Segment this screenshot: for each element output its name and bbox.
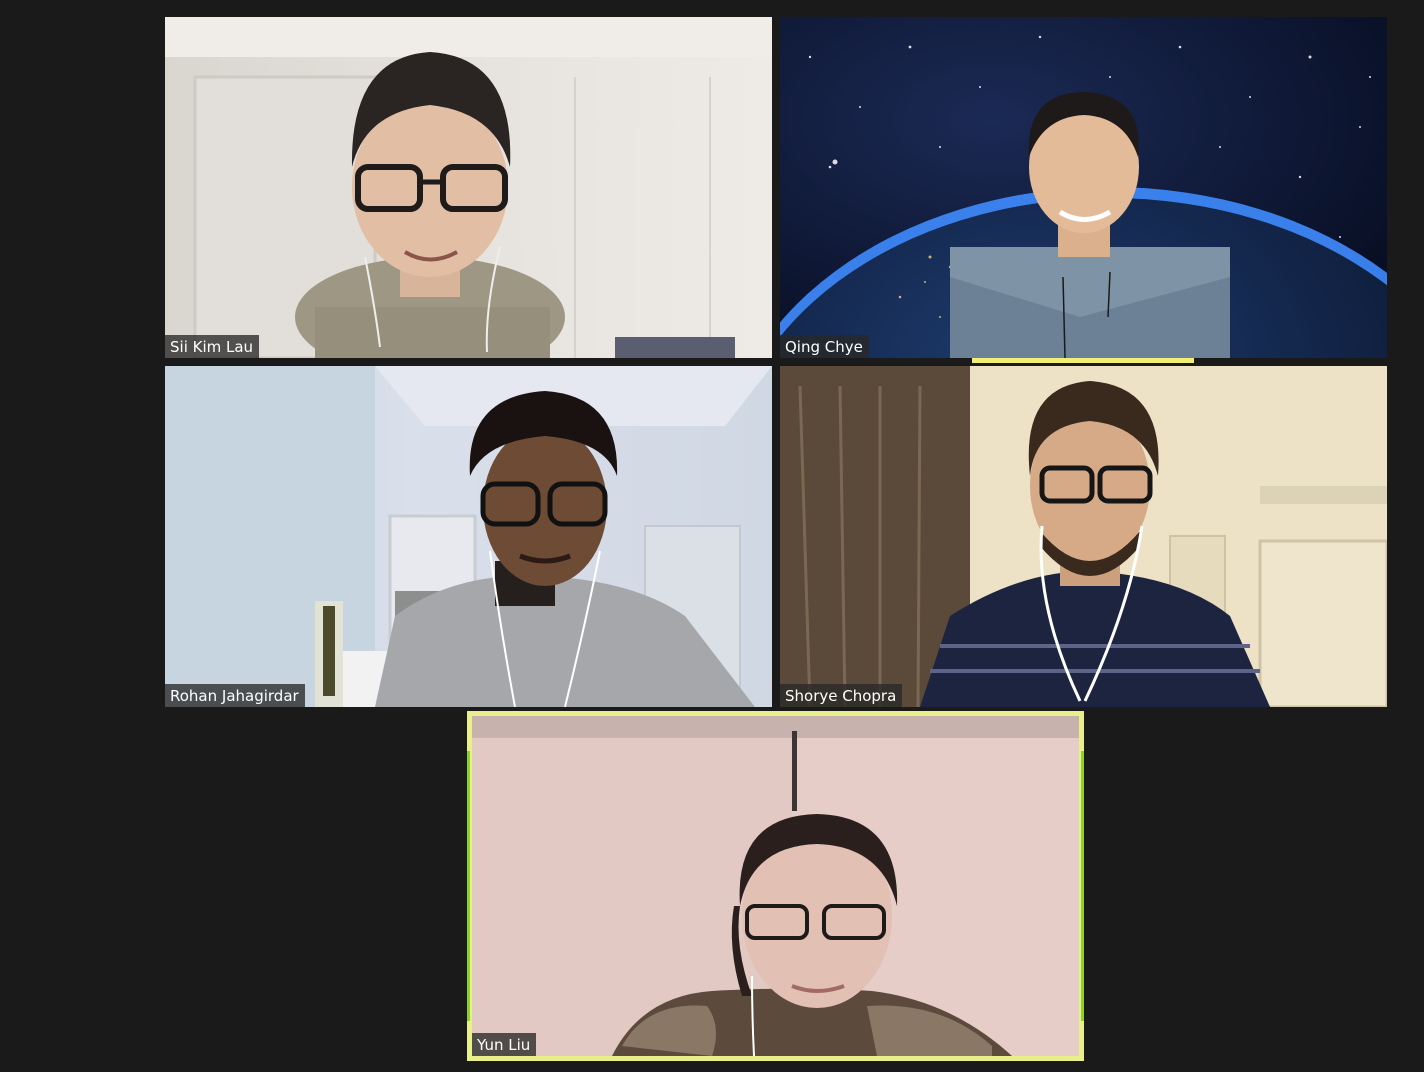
video-tile-shorye-chopra[interactable]: Shorye Chopra	[780, 366, 1387, 707]
participant-name-label: Yun Liu	[472, 1033, 537, 1056]
video-tile-rohan-jahagirdar[interactable]: Rohan Jahagirdar	[165, 366, 772, 707]
participant-name-label: Rohan Jahagirdar	[165, 684, 305, 707]
active-speaker-highlight	[1081, 751, 1084, 1021]
participant-name-label: Sii Kim Lau	[165, 335, 260, 358]
video-gallery: Sii Kim Lau Qing Chye Rohan Jahagirdar S…	[0, 0, 1424, 1072]
video-feed	[165, 366, 772, 707]
video-tile-yun-liu-active-speaker[interactable]: Yun Liu	[467, 711, 1084, 1061]
participant-name-label: Shorye Chopra	[780, 684, 903, 707]
video-feed	[472, 716, 1079, 1056]
audio-indicator-bar	[972, 358, 1194, 363]
video-tile-sii-kim-lau[interactable]: Sii Kim Lau	[165, 17, 772, 358]
active-speaker-highlight	[467, 751, 470, 1021]
video-feed	[780, 366, 1387, 707]
video-feed	[780, 17, 1387, 358]
participant-name-label: Qing Chye	[780, 335, 869, 358]
video-tile-qing-chye[interactable]: Qing Chye	[780, 17, 1387, 358]
video-feed	[165, 17, 772, 358]
